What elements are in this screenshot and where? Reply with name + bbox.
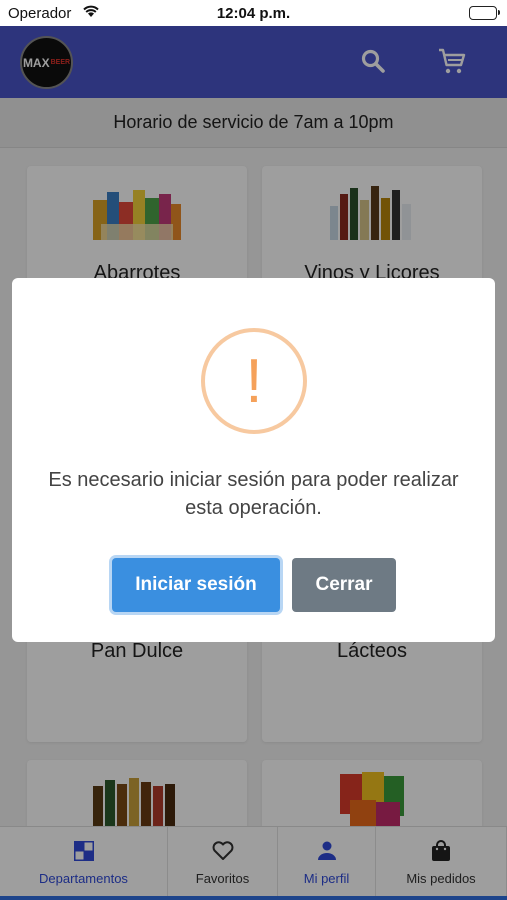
clock: 12:04 p.m. — [216, 5, 291, 22]
status-bar: Operador 12:04 p.m. — [0, 0, 507, 26]
close-button[interactable]: Cerrar — [292, 558, 396, 612]
login-button[interactable]: Iniciar sesión — [112, 558, 280, 612]
warning-icon: ! — [201, 328, 307, 434]
battery-icon — [469, 6, 500, 20]
login-required-dialog: ! Es necesario iniciar sesión para poder… — [12, 278, 495, 642]
dialog-message: Es necesario iniciar sesión para poder r… — [48, 469, 459, 519]
